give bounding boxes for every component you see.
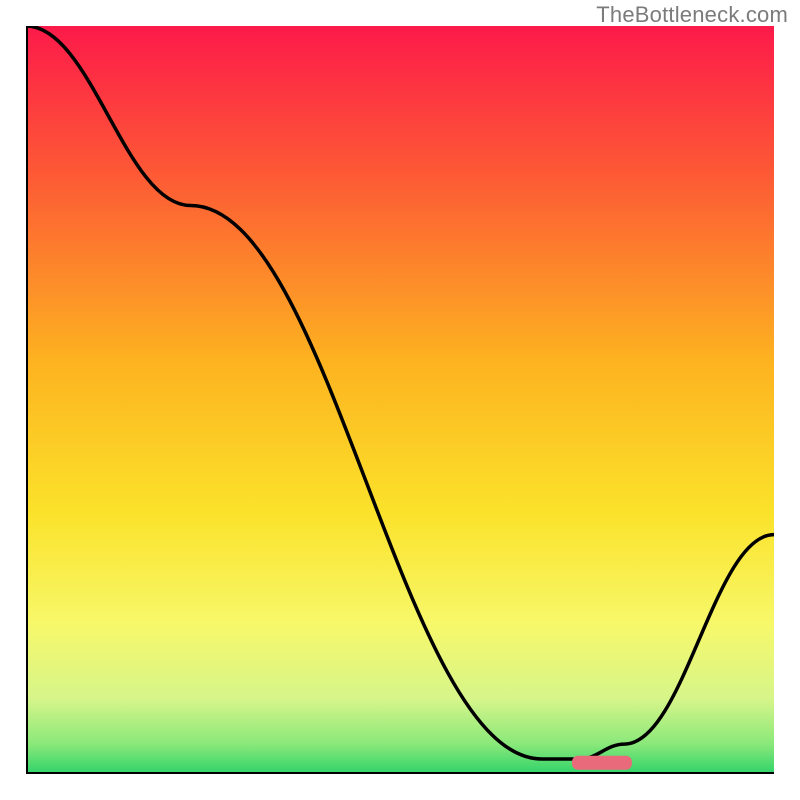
chart-svg	[26, 26, 774, 774]
gradient-background	[26, 26, 774, 774]
bottleneck-chart	[26, 26, 774, 774]
optimal-marker	[572, 756, 632, 770]
watermark-text: TheBottleneck.com	[596, 2, 788, 28]
